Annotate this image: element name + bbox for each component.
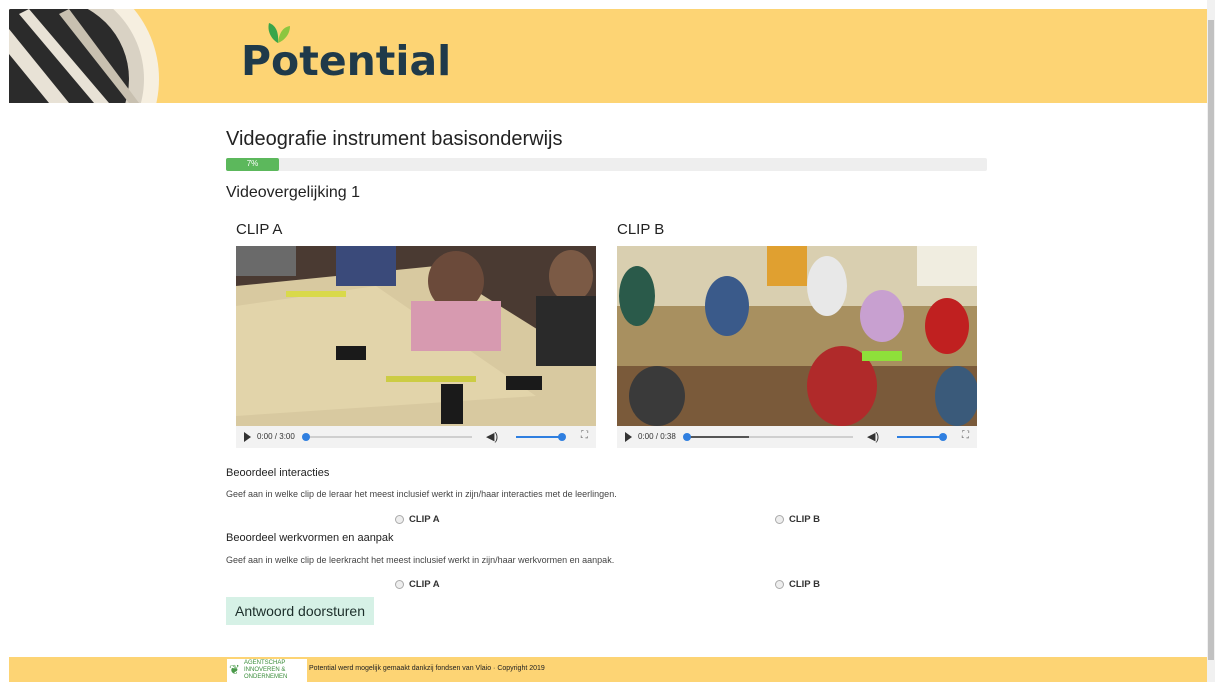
progress-fill: 7%	[226, 158, 279, 171]
logo[interactable]: Potential	[227, 9, 451, 103]
clip-a-label: CLIP A	[236, 221, 283, 238]
agency-line: AGENTSCHAP	[244, 660, 286, 666]
seek-knob[interactable]	[683, 433, 691, 441]
clip-b-label: CLIP B	[617, 221, 665, 238]
video-controls-clip-b: 0:00 / 0:38 ◀) ⛶	[617, 426, 977, 448]
video-controls-clip-a: 0:00 / 3:00 ◀) ⛶	[236, 426, 596, 448]
play-icon[interactable]	[625, 432, 632, 442]
volume-knob[interactable]	[939, 433, 947, 441]
radio-dot[interactable]	[775, 580, 784, 589]
radio-interacties-clip-b[interactable]: CLIP B	[775, 514, 820, 525]
volume-icon[interactable]: ◀)	[867, 430, 879, 443]
agency-line: ONDERNEMEN	[244, 674, 288, 680]
logo-text: Potential	[241, 37, 452, 85]
volume-slider[interactable]	[897, 436, 943, 438]
question-description-interacties: Geef aan in welke clip de leraar het mee…	[226, 489, 617, 499]
buffer-bar	[685, 436, 749, 438]
video-time: 0:00 / 0:38	[638, 432, 676, 441]
radio-dot[interactable]	[775, 515, 784, 524]
section-subtitle: Videovergelijking 1	[226, 184, 361, 201]
vlaio-logo: ❦ AGENTSCHAP INNOVEREN & ONDERNEMEN	[227, 659, 307, 682]
radio-werkvormen-clip-a[interactable]: CLIP A	[395, 579, 440, 590]
video-player-clip-b[interactable]: 0:00 / 0:38 ◀) ⛶	[617, 246, 977, 448]
leaf-icon: ❦	[229, 662, 240, 677]
video-frame-clip-a	[236, 246, 596, 426]
radio-label: CLIP A	[409, 579, 440, 590]
question-heading-werkvormen: Beoordeel werkvormen en aanpak	[226, 532, 394, 544]
question-heading-interacties: Beoordeel interacties	[226, 467, 330, 479]
radio-dot[interactable]	[395, 515, 404, 524]
progress-bar: 7%	[226, 158, 987, 171]
fullscreen-icon[interactable]: ⛶	[962, 430, 969, 441]
radio-label: CLIP B	[789, 514, 820, 525]
agency-name: AGENTSCHAP INNOVEREN & ONDERNEMEN	[244, 660, 287, 681]
scrollbar-thumb[interactable]	[1208, 20, 1214, 660]
radio-label: CLIP A	[409, 514, 440, 525]
site-header: Potential	[9, 9, 1207, 103]
footer-text: Potential werd mogelijk gemaakt dankzij …	[309, 665, 545, 672]
radio-interacties-clip-a[interactable]: CLIP A	[395, 514, 440, 525]
film-reel-image	[9, 9, 159, 103]
radio-werkvormen-clip-b[interactable]: CLIP B	[775, 579, 820, 590]
page-title: Videografie instrument basisonderwijs	[226, 128, 563, 150]
video-frame-clip-b	[617, 246, 977, 426]
seek-bar[interactable]	[304, 436, 472, 438]
page-scrollbar[interactable]	[1207, 0, 1215, 682]
top-strip	[0, 0, 1215, 9]
agency-line: INNOVEREN &	[244, 667, 286, 673]
radio-label: CLIP B	[789, 579, 820, 590]
volume-knob[interactable]	[558, 433, 566, 441]
radio-dot[interactable]	[395, 580, 404, 589]
volume-slider[interactable]	[516, 436, 562, 438]
site-footer: ❦ AGENTSCHAP INNOVEREN & ONDERNEMEN Pote…	[9, 657, 1207, 682]
submit-answer-button[interactable]: Antwoord doorsturen	[226, 597, 374, 625]
seek-knob[interactable]	[302, 433, 310, 441]
question-description-werkvormen: Geef aan in welke clip de leerkracht het…	[226, 555, 615, 565]
video-time: 0:00 / 3:00	[257, 432, 295, 441]
video-player-clip-a[interactable]: 0:00 / 3:00 ◀) ⛶	[236, 246, 596, 448]
play-icon[interactable]	[244, 432, 251, 442]
progress-label: 7%	[246, 159, 259, 168]
fullscreen-icon[interactable]: ⛶	[581, 430, 588, 441]
volume-icon[interactable]: ◀)	[486, 430, 498, 443]
